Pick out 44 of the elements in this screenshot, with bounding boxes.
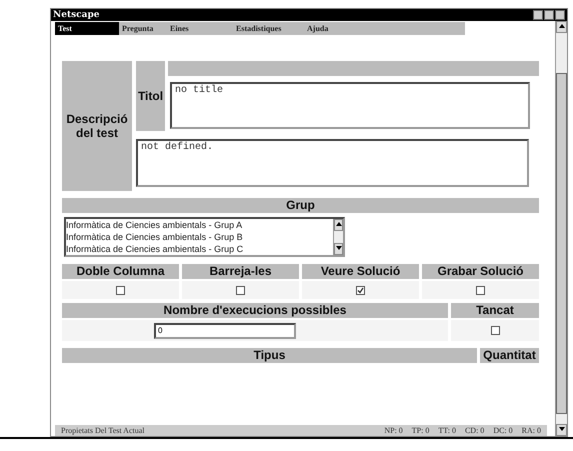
closed-header: Tancat — [451, 303, 539, 318]
option-checkbox[interactable] — [116, 286, 125, 294]
option-checkbox[interactable] — [476, 286, 485, 294]
scroll-down-icon[interactable] — [334, 243, 343, 255]
title-field[interactable]: no title — [170, 82, 530, 129]
menu-item[interactable]: Test — [55, 22, 119, 35]
menu-item[interactable]: Pregunta — [119, 22, 167, 35]
status-counter: TP: 0 — [412, 426, 430, 435]
scroll-down-icon[interactable] — [556, 424, 567, 436]
status-counter: TT: 0 — [438, 426, 456, 435]
scrollbar[interactable] — [555, 21, 567, 436]
option-header: Veure Solució — [302, 264, 419, 279]
option-header: Doble Columna — [62, 264, 179, 279]
column-header: Tipus — [62, 348, 477, 363]
group-option[interactable]: Informàtica de Ciencies ambientals - Grup B — [66, 231, 333, 243]
description-field[interactable]: not defined. — [136, 139, 529, 187]
group-option[interactable]: Informàtica de Ciencies ambientals - Grup A — [66, 219, 333, 231]
minimize-button[interactable] — [533, 10, 543, 20]
option-checkbox[interactable] — [356, 286, 365, 294]
menu-item[interactable]: Estadistiques — [233, 22, 304, 35]
executions-header: Nombre d'execucions possibles — [62, 303, 448, 318]
scroll-up-icon[interactable] — [334, 219, 343, 231]
status-text: Propietats Del Test Actual — [61, 426, 144, 435]
scroll-up-icon[interactable] — [556, 21, 567, 33]
status-counter: DC: 0 — [493, 426, 513, 435]
executions-field[interactable]: 0 — [154, 322, 296, 338]
closed-checkbox[interactable] — [490, 326, 500, 335]
group-header: Grup — [62, 198, 539, 213]
status-counter: NP: 0 — [384, 426, 403, 435]
status-counter: CD: 0 — [464, 426, 484, 435]
column-header: Quantitat — [480, 348, 539, 363]
close-button[interactable] — [555, 10, 565, 20]
title-label: Titol — [136, 61, 165, 131]
window-title: Netscape — [53, 10, 100, 20]
status-counter: RA: 0 — [522, 426, 541, 435]
option-header: Grabar Solució — [422, 264, 539, 279]
description-label: Descripció del test — [62, 61, 132, 191]
maximize-button[interactable] — [544, 10, 554, 20]
menu-item[interactable]: Ajuda — [304, 22, 360, 35]
menu-item[interactable]: Eines — [167, 22, 233, 35]
option-header: Barreja-les — [182, 264, 299, 279]
group-listbox[interactable]: Informàtica de Ciencies ambientals - Grup A Informàtica de Ciencies ambientals - Grup B Informàtica de Ciencies ambientals - Grup C — [64, 217, 345, 257]
option-checkbox[interactable] — [236, 286, 245, 294]
group-option[interactable]: Informàtica de Ciencies ambientals - Grup C — [66, 243, 333, 255]
